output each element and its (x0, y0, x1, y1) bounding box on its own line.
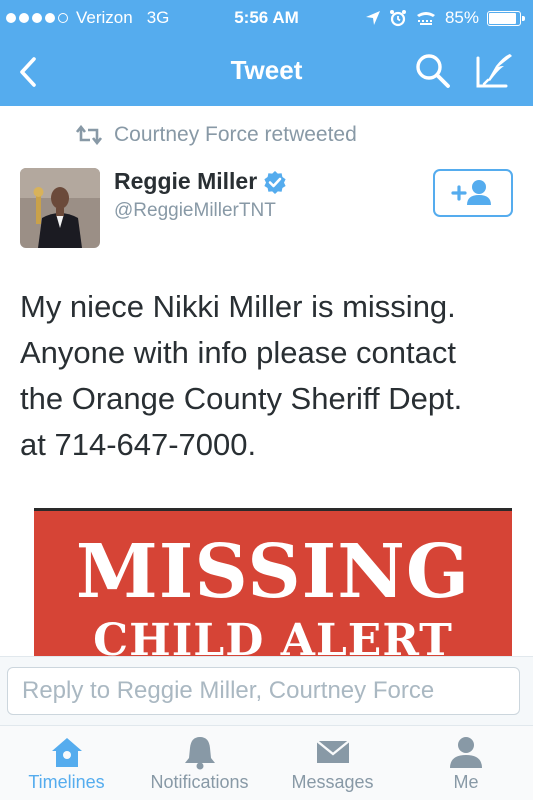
reply-bar: Reply to Reggie Miller, Courtney Force (0, 656, 533, 726)
navigation-bar: Tweet (0, 38, 533, 106)
media-headline: MISSING (75, 529, 471, 615)
retweet-context[interactable]: Courtney Force retweeted (76, 123, 357, 147)
author-handle[interactable]: @ReggieMillerTNT (114, 200, 276, 222)
tab-bar: Timelines Notifications Messages Me (0, 726, 533, 800)
tweet-media-image[interactable]: MISSING CHILD ALERT (34, 508, 512, 656)
tab-label: Notifications (150, 772, 249, 792)
tab-label: Messages (291, 772, 374, 792)
alarm-icon (389, 10, 406, 27)
tab-me[interactable]: Me (399, 726, 533, 800)
add-user-icon (451, 180, 491, 205)
bell-icon (184, 737, 215, 770)
follow-button[interactable] (433, 169, 513, 217)
search-icon[interactable] (414, 52, 452, 90)
media-subheadline: CHILD ALERT (93, 615, 453, 656)
home-icon (51, 738, 82, 767)
tweet-text-line: My niece Nikki Miller is missing. (20, 289, 456, 324)
tab-timelines[interactable]: Timelines (0, 726, 133, 800)
tweet-text-line: Anyone with info please contact (20, 335, 456, 370)
author-name-row[interactable]: Reggie Miller (114, 168, 287, 195)
author-avatar[interactable] (20, 168, 100, 248)
tab-label: Me (453, 772, 479, 792)
envelope-icon (315, 740, 350, 763)
person-icon (450, 737, 482, 768)
tab-label: Timelines (28, 772, 105, 792)
battery-icon (487, 10, 525, 26)
retweet-icon (76, 125, 102, 145)
tweet-text: My niece Nikki Miller is missing. Anyone… (20, 284, 515, 468)
author-name: Reggie Miller (114, 168, 258, 194)
tab-messages[interactable]: Messages (266, 726, 399, 800)
tty-icon (416, 12, 435, 25)
location-arrow-icon (365, 11, 380, 25)
page-title: Tweet (230, 55, 303, 85)
status-bar: Verizon 3G 5:56 AM 85% (0, 0, 533, 38)
battery-percent: 85% (444, 8, 479, 27)
compose-icon[interactable] (474, 50, 516, 90)
verified-badge-icon (264, 170, 286, 194)
reply-input[interactable]: Reply to Reggie Miller, Courtney Force (7, 667, 520, 715)
retweet-context-text: Courtney Force retweeted (114, 123, 357, 146)
tweet-text-line: the Orange County Sheriff Dept. (20, 381, 463, 416)
tab-notifications[interactable]: Notifications (133, 726, 266, 800)
status-right: 85% (365, 8, 525, 28)
tweet-text-line: at 714-647-7000. (20, 427, 257, 462)
